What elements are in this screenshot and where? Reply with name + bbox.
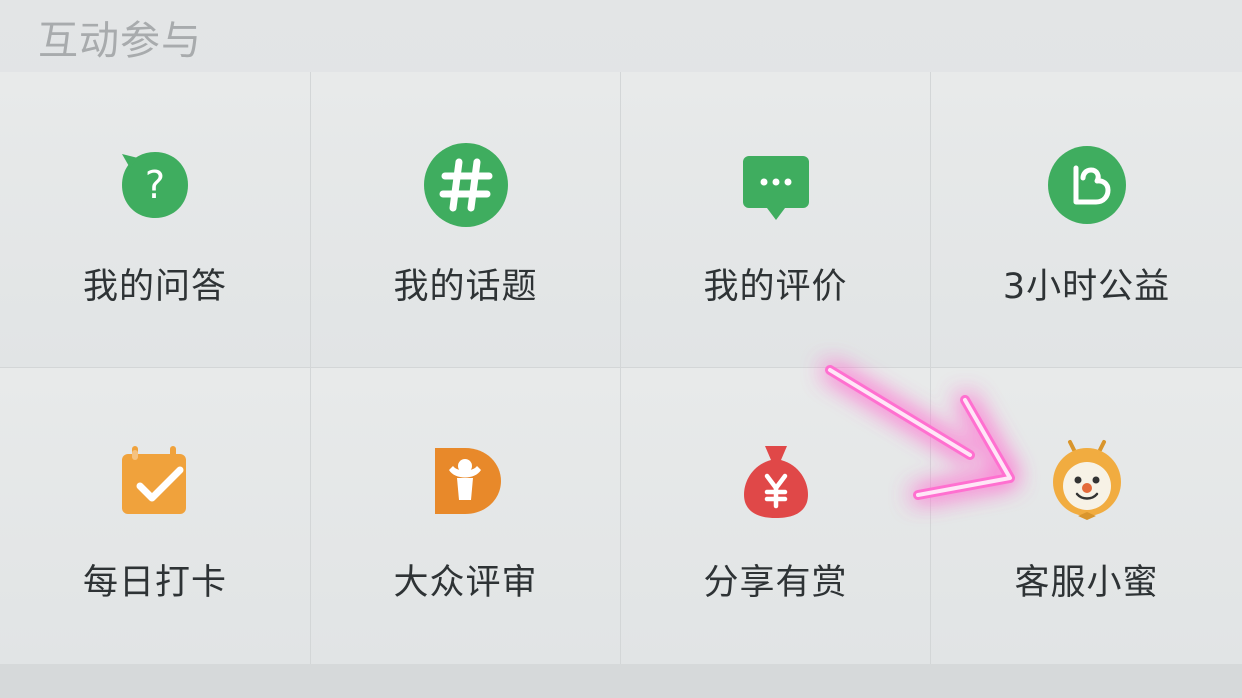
calendar-check-icon: [110, 436, 200, 526]
grid-item-customer-service[interactable]: 客服小蜜: [931, 368, 1242, 664]
grid-item-label: 我的问答: [82, 267, 227, 307]
grid-item-label: 大众评审: [393, 563, 538, 603]
grid-item-label: 3小时公益: [1002, 267, 1171, 307]
reviewer-d-icon: [421, 436, 511, 526]
section-title: 互动参与: [38, 18, 202, 64]
grid-item-my-qa[interactable]: ? 我的问答: [0, 72, 311, 368]
grid-item-label: 我的话题: [393, 267, 538, 307]
grid-item-label: 每日打卡: [82, 563, 227, 603]
heart-outline-icon: [1042, 140, 1132, 230]
grid-item-public-review[interactable]: 大众评审: [311, 368, 621, 664]
grid-item-label: 分享有赏: [703, 563, 848, 603]
question-bubble-icon: ?: [110, 140, 200, 230]
interactive-participation-panel: 互动参与 ? 我的问答 我的话题 我的评价 3小时公益 每日打卡 大众评审 分享…: [0, 0, 1242, 698]
svg-text:?: ?: [145, 163, 165, 207]
feature-grid: ? 我的问答 我的话题 我的评价 3小时公益 每日打卡 大众评审 分享有赏 客服…: [0, 72, 1242, 664]
money-bag-icon: [731, 436, 821, 526]
grid-item-my-topics[interactable]: 我的话题: [311, 72, 621, 368]
grid-item-label: 客服小蜜: [1014, 563, 1159, 603]
hashtag-icon: [421, 140, 511, 230]
grid-item-3-hour-charity[interactable]: 3小时公益: [931, 72, 1242, 368]
bottom-divider: [0, 664, 1242, 698]
comment-icon: [731, 140, 821, 230]
grid-item-share-reward[interactable]: 分享有赏: [621, 368, 931, 664]
grid-item-my-reviews[interactable]: 我的评价: [621, 72, 931, 368]
bee-mascot-icon: [1042, 436, 1132, 526]
grid-item-daily-checkin[interactable]: 每日打卡: [0, 368, 311, 664]
grid-item-label: 我的评价: [703, 267, 848, 307]
